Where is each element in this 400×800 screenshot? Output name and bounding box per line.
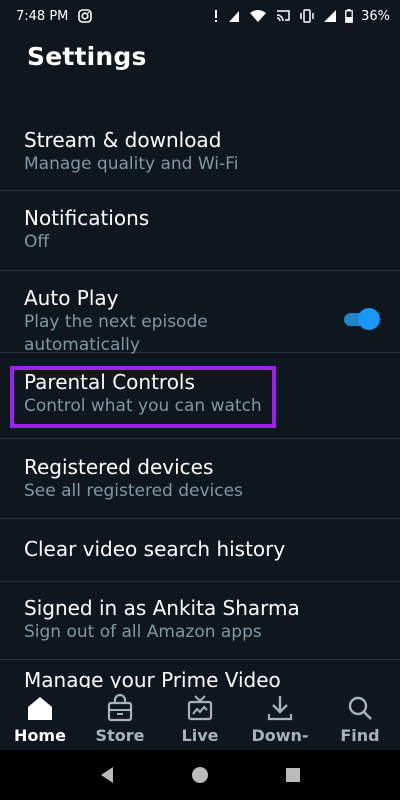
search-icon xyxy=(346,694,374,722)
nav-label: Find xyxy=(340,726,380,745)
nav-label: Down- xyxy=(251,726,309,745)
nav-label: Home xyxy=(14,726,66,745)
setting-clear-search-history[interactable]: Clear video search history xyxy=(0,519,400,582)
cast-icon xyxy=(275,9,291,23)
setting-subtitle: Play the next episode automatically xyxy=(24,312,208,355)
setting-stream-download[interactable]: Stream & download Manage quality and Wi-… xyxy=(0,114,400,191)
battery-icon xyxy=(345,9,353,23)
home-icon xyxy=(26,694,54,722)
battery-percent: 36% xyxy=(361,8,390,24)
setting-title: Registered devices xyxy=(24,455,214,479)
notification-icon xyxy=(213,9,219,23)
nav-live[interactable]: Live xyxy=(160,688,240,750)
setting-title: Auto Play xyxy=(24,286,119,310)
setting-title: Parental Controls xyxy=(24,370,195,394)
settings-list: Stream & download Manage quality and Wi-… xyxy=(0,114,400,700)
download-icon xyxy=(266,694,294,722)
setting-title: Notifications xyxy=(24,206,150,230)
setting-title: Signed in as Ankita Sharma xyxy=(24,596,300,620)
nav-store[interactable]: Store xyxy=(80,688,160,750)
setting-parental-controls[interactable]: Parental Controls Control what you can w… xyxy=(0,353,400,439)
system-nav-bar xyxy=(0,750,400,800)
setting-notifications[interactable]: Notifications Off xyxy=(0,191,400,271)
nav-label: Store xyxy=(95,726,145,745)
vibrate-icon xyxy=(299,9,315,23)
status-time: 7:48 PM xyxy=(16,8,69,24)
wifi-icon xyxy=(249,9,267,23)
nav-downloads[interactable]: Down- xyxy=(240,688,320,750)
setting-subtitle: See all registered devices xyxy=(24,481,243,501)
setting-subtitle: Manage quality and Wi-Fi xyxy=(24,154,239,174)
app-root: 7:48 PM 36% Settings Stream & download M… xyxy=(0,0,400,800)
nav-find[interactable]: Find xyxy=(320,688,400,750)
page-title: Settings xyxy=(27,42,147,71)
setting-auto-play[interactable]: Auto Play Play the next episode automati… xyxy=(0,271,400,355)
setting-signed-in[interactable]: Signed in as Ankita Sharma Sign out of a… xyxy=(0,582,400,660)
live-tv-icon xyxy=(186,694,214,722)
toggle-knob xyxy=(358,308,380,330)
setting-title: Clear video search history xyxy=(24,537,286,561)
setting-subtitle: Control what you can watch xyxy=(24,396,262,416)
setting-title: Stream & download xyxy=(24,128,222,152)
status-bar: 7:48 PM 36% xyxy=(0,0,400,32)
recents-icon[interactable] xyxy=(273,755,313,795)
cellular-icon xyxy=(323,9,337,23)
signal-icon xyxy=(227,9,241,23)
nav-label: Live xyxy=(181,726,219,745)
auto-play-toggle[interactable] xyxy=(342,308,380,330)
store-icon xyxy=(106,694,134,722)
bottom-nav: Home Store Live Down- Find xyxy=(0,688,400,750)
back-icon[interactable] xyxy=(87,755,127,795)
nav-home[interactable]: Home xyxy=(0,688,80,750)
setting-registered-devices[interactable]: Registered devices See all registered de… xyxy=(0,439,400,519)
setting-subtitle: Off xyxy=(24,232,50,252)
instagram-icon xyxy=(78,9,93,23)
setting-subtitle: Sign out of all Amazon apps xyxy=(24,622,262,642)
home-circle-icon[interactable] xyxy=(180,755,220,795)
